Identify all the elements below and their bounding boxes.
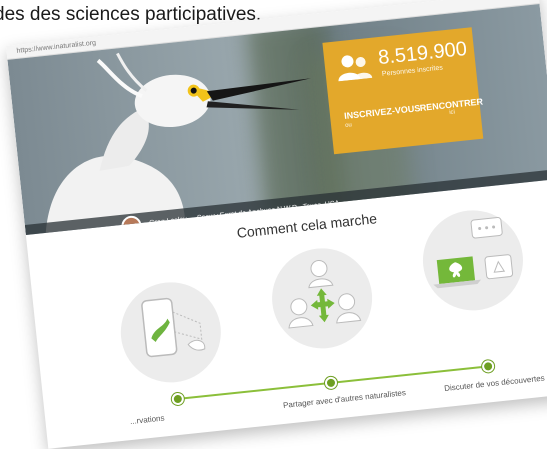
credit-name[interactable]: Greg Lasley [148,208,188,235]
step-1-circle [115,277,226,388]
step-1-label: ...rvations [129,413,165,427]
stats-box: 8.519.900 Personnes inscrites INSCRIVEZ-… [322,27,484,155]
timeline-dot-3 [481,359,495,373]
website-screenshot: https://www.inaturalist.org 8.519.900 Pe… [6,0,547,449]
people-icon [338,55,373,82]
step-2-label: Partager avec d'autres naturalistes [282,388,407,410]
phone-caterpillar-icon [141,297,206,358]
step-3-label: Discuter de vos découvertes [443,373,546,394]
how-it-works-title: Comment cela marche [235,210,378,241]
member-count: 8.519.900 [377,37,468,70]
timeline-dot-1 [171,392,185,406]
meet-button[interactable]: RENCONTRER ici [419,96,484,119]
laptop-chat-icon [433,217,514,289]
step-2-circle [267,243,378,354]
timeline-dot-2 [324,376,338,390]
people-share-icon [288,260,362,329]
step-3-circle [418,205,528,316]
signup-button[interactable]: INSCRIVEZ-VOUS ou [344,103,422,131]
avatar[interactable] [120,214,143,235]
